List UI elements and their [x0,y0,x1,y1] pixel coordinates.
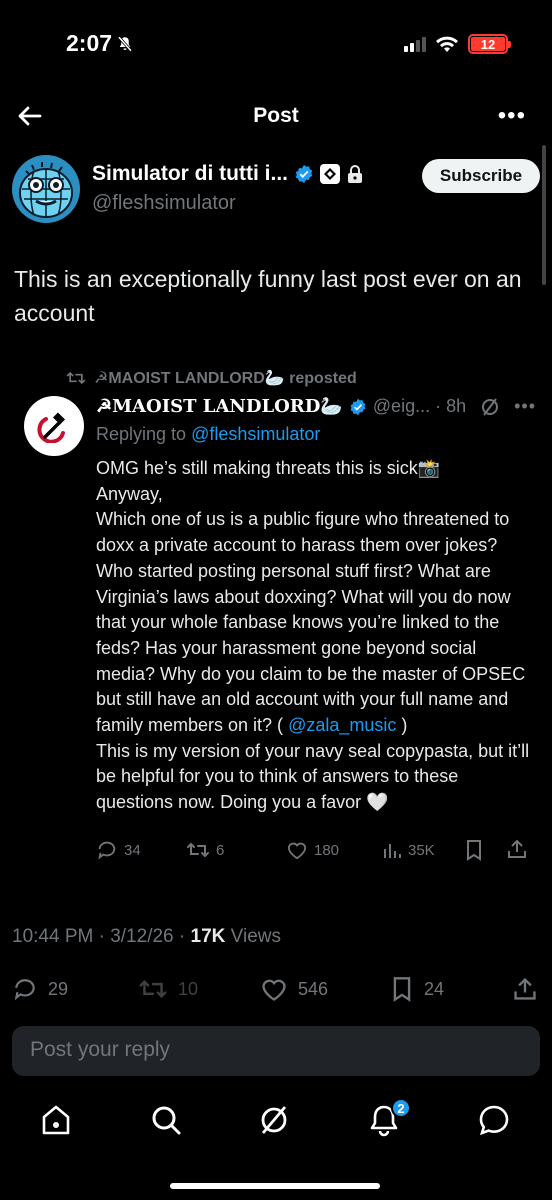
replying-to: Replying to @fleshsimulator [96,424,320,445]
author-handle[interactable]: @fleshsimulator [92,192,236,215]
bookmark-icon [393,977,411,1002]
replying-prefix: Replying to [96,424,192,444]
grok-icon[interactable] [256,1102,292,1138]
affiliate-badge-icon [320,164,340,184]
quoted-handle-time: @eig... · 8h [372,396,467,416]
repost-count: 10 [178,978,199,999]
reply-icon [98,841,116,860]
replying-to-handle-link[interactable]: @fleshsimulator [191,424,320,444]
cellular-signal-icon [404,36,426,52]
home-icon[interactable] [38,1102,74,1138]
quoted-header: ☭MAOIST LANDLORD🦢 @eig... · 8h ••• [96,396,536,417]
repost-icon [66,371,86,385]
hammer-sickle-icon [37,412,66,443]
home-indicator[interactable] [170,1183,380,1189]
heart-icon [287,842,307,860]
repost-icon [187,842,209,858]
reply-input[interactable]: Post your reply [12,1026,540,1076]
views-icon [384,844,401,858]
quoted-author-name[interactable]: ☭MAOIST LANDLORD🦢 [96,396,343,417]
repost-label: ☭MAOIST LANDLORD🦢 reposted [94,370,357,387]
post-text: This is an exceptionally funny last post… [14,266,522,326]
reply-count: 29 [48,978,69,999]
notifications-badge: 2 [391,1098,411,1118]
repost-button[interactable]: 10 [138,978,198,1000]
reposted-post[interactable]: ☭MAOIST LANDLORD🦢 reposted ☭MAOIST LANDL… [12,360,542,890]
views-label: Views [225,926,281,947]
views-count[interactable]: 17K [191,926,226,947]
quoted-body-text-1: OMG he’s still making threats this is si… [96,458,526,736]
top-nav: Post ••• [0,92,552,140]
bottom-tab-bar [0,1090,552,1150]
page-title: Post [253,104,299,127]
quoted-repost-button[interactable]: 6 [186,840,224,860]
verified-badge-icon [295,164,313,184]
post-action-bar: 29 10 546 24 [12,972,540,1006]
quoted-like-button[interactable]: 180 [286,840,339,860]
avatar[interactable] [12,155,80,223]
share-icon[interactable] [506,838,528,860]
status-bar: 2:07 12 [0,0,552,90]
heart-icon [262,979,286,1001]
quoted-body: OMG he’s still making threats this is si… [96,456,536,816]
bell-slash-icon [117,35,133,52]
quoted-reply-button[interactable]: 34 [96,839,141,861]
share-icon[interactable] [512,976,538,1002]
scrollbar[interactable] [542,145,546,285]
grok-icon[interactable] [480,397,500,417]
quoted-views-count: 35K [408,841,435,859]
quoted-more-icon[interactable]: ••• [514,396,536,417]
repost-indicator: ☭MAOIST LANDLORD🦢 reposted [66,368,357,388]
author-display-name[interactable]: Simulator di tutti i... [92,162,288,186]
quoted-avatar[interactable] [24,396,84,456]
lock-icon [348,165,362,183]
quoted-like-count: 180 [314,841,340,859]
mention-link[interactable]: @zala_music [288,715,396,735]
quoted-repost-count: 6 [216,841,225,859]
status-right: 12 [404,34,511,54]
bookmark-icon[interactable] [464,839,484,861]
timestamp-text: 10:44 PM · 3/12/26 · [12,926,191,947]
subscribe-button[interactable]: Subscribe [422,159,540,193]
battery-level: 12 [471,37,505,52]
messages-icon[interactable] [476,1102,512,1138]
wifi-icon [436,36,458,52]
search-icon[interactable] [148,1102,184,1138]
reply-button[interactable]: 29 [12,976,68,1002]
battery-icon: 12 [468,34,511,54]
reply-icon [14,979,35,1001]
repost-icon [139,979,167,999]
more-options-icon[interactable]: ••• [498,102,526,130]
bookmark-count: 24 [424,978,445,999]
bookmark-button[interactable]: 24 [390,976,444,1002]
post-timestamp: 10:44 PM · 3/12/26 · 17K Views [12,926,281,948]
post-author: Simulator di tutti i... @fleshsimulator … [12,155,542,225]
verified-badge-icon [350,398,366,415]
author-name-row[interactable]: Simulator di tutti i... [92,162,364,186]
status-time-group: 2:07 [66,30,134,57]
quoted-reply-count: 34 [124,841,141,859]
like-count: 546 [298,978,329,999]
status-time: 2:07 [66,30,113,56]
like-button[interactable]: 546 [260,976,328,1002]
quoted-views-button[interactable]: 35K [382,840,435,860]
